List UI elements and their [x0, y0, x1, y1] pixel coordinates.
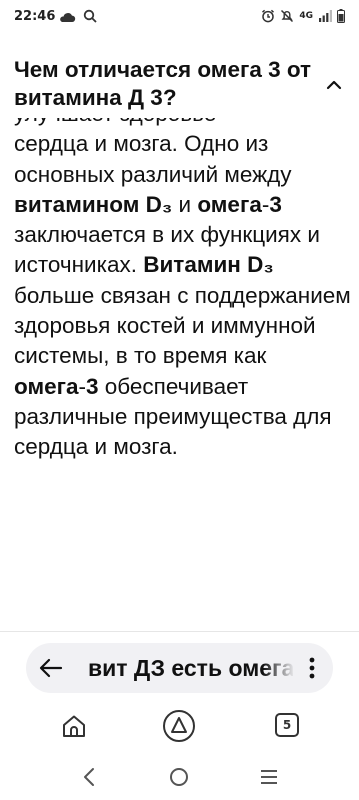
more-menu-button[interactable] [305, 655, 319, 681]
nav-back-button[interactable] [80, 766, 100, 788]
nav-home-button[interactable] [168, 766, 190, 788]
status-bar: 22:46 4G [0, 0, 359, 32]
nav-back-icon [84, 768, 94, 786]
answer-bold-term: витамином D₃ [14, 191, 173, 217]
back-button[interactable] [36, 654, 66, 682]
status-left-icons [58, 9, 98, 28]
chevron-up-icon [326, 80, 342, 90]
answer-bold-term: 3 [86, 373, 99, 399]
cloud-icon [60, 13, 76, 22]
answer-segment: - [78, 373, 87, 399]
alarm-icon [262, 9, 275, 23]
answer-segment: сердца и мозга. Одно из основных различи… [14, 131, 292, 187]
alice-assistant-button[interactable] [162, 709, 196, 743]
home-icon [63, 715, 85, 737]
answer-segment: и [172, 191, 198, 217]
signal-icon [319, 10, 332, 22]
app-bottom-bar: 5 [0, 705, 359, 749]
status-right-icons: 4G [261, 9, 345, 23]
home-button[interactable] [61, 713, 87, 739]
network-label: 4G [299, 11, 313, 21]
answer-segment: больше связан с поддержанием здоровья ко… [14, 282, 351, 369]
search-query-bar[interactable]: вит ДЗ есть омега [26, 643, 333, 693]
query-fade [263, 651, 295, 685]
system-nav-bar [0, 756, 359, 800]
more-vertical-icon [309, 657, 315, 679]
mute-icon [281, 9, 294, 23]
nav-recents-icon [261, 770, 277, 784]
alice-assistant-icon [163, 710, 195, 742]
battery-icon [337, 9, 345, 23]
answer-bold-term: омега [197, 191, 262, 217]
search-icon [84, 9, 98, 23]
divider [0, 631, 359, 632]
question-title: Чем отличается омега 3 от витамина Д 3? [14, 57, 312, 110]
answer-partial-line: улучшает здоровье [14, 118, 216, 126]
answer-content: улучшает здоровье сердца и мозга. Одно из… [0, 118, 359, 630]
tabs-button[interactable]: 5 [275, 713, 299, 737]
answer-text: улучшает здоровье сердца и мозга. Одно из… [14, 118, 354, 463]
status-time: 22:46 [14, 9, 56, 24]
tabs-count: 5 [275, 713, 299, 737]
answer-header: Чем отличается омега 3 от витамина Д 3? [0, 44, 359, 124]
arrow-left-icon [39, 658, 63, 678]
collapse-button[interactable] [321, 74, 347, 96]
answer-bold-term: 3 [269, 191, 282, 217]
answer-bold-term: Витамин D₃ [143, 252, 274, 278]
answer-bold-term: омега [14, 373, 79, 399]
nav-home-icon [170, 768, 188, 786]
nav-recents-button[interactable] [258, 768, 280, 786]
